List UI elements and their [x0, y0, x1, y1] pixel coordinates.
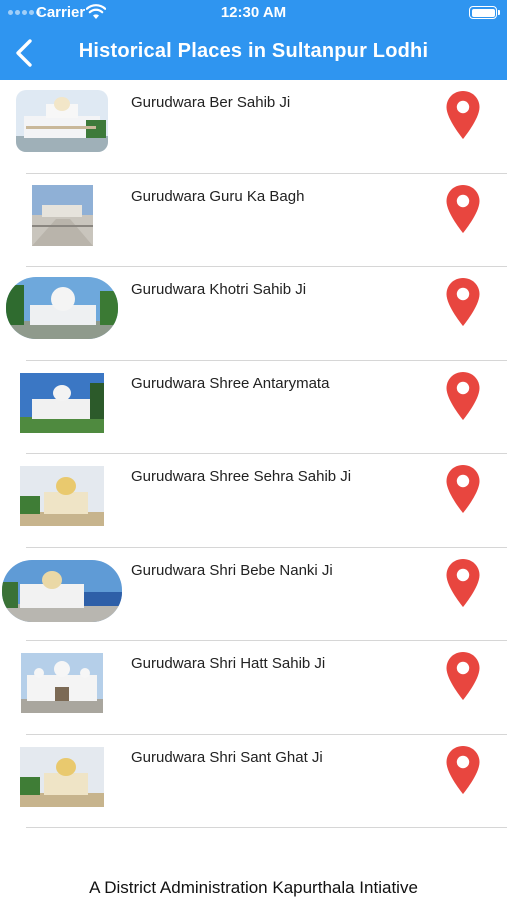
place-name: Gurudwara Shri Hatt Sahib Ji	[131, 655, 326, 672]
place-name: Gurudwara Shri Bebe Nanki Ji	[131, 561, 333, 579]
list-item[interactable]: Gurudwara Ber Sahib Ji	[0, 80, 507, 174]
list-item[interactable]: Gurudwara Khotri Sahib Ji	[0, 267, 507, 361]
map-pin-icon[interactable]	[445, 90, 481, 140]
place-name: Gurudwara Guru Ka Bagh	[131, 187, 305, 205]
place-thumbnail	[32, 184, 93, 246]
battery-icon	[469, 6, 500, 19]
place-name: Gurudwara Shree Sehra Sahib Ji	[131, 468, 352, 485]
map-pin-icon[interactable]	[445, 184, 481, 234]
place-thumbnail	[20, 746, 104, 807]
place-thumbnail	[16, 90, 108, 152]
page-title: Historical Places in Sultanpur Lodhi	[78, 40, 429, 62]
map-pin-icon[interactable]	[445, 277, 481, 327]
map-pin-icon[interactable]	[445, 745, 481, 795]
list-item[interactable]: Gurudwara Shri Hatt Sahib Ji	[0, 641, 507, 735]
place-name: Gurudwara Ber Sahib Ji	[131, 94, 291, 111]
place-thumbnail	[6, 277, 118, 339]
place-thumbnail	[21, 653, 103, 713]
status-time: 12:30 AM	[220, 4, 287, 21]
place-name: Gurudwara Shree Antarymata	[131, 374, 330, 392]
nav-header: Carrier 12:30 AM Historical Places in Su…	[0, 0, 507, 80]
place-thumbnail	[20, 466, 104, 526]
footer-credit: A District Administration Kapurthala Int…	[89, 878, 418, 897]
map-pin-icon[interactable]	[445, 371, 481, 421]
list-item[interactable]: Gurudwara Shri Sant Ghat Ji	[0, 735, 507, 828]
list-item[interactable]: Gurudwara Shree Antarymata	[0, 361, 507, 454]
list-item[interactable]: Gurudwara Shri Bebe Nanki Ji	[0, 548, 507, 641]
place-name: Gurudwara Shri Sant Ghat Ji	[131, 748, 323, 766]
map-pin-icon[interactable]	[445, 651, 481, 701]
places-list: Gurudwara Ber Sahib Ji Gurudwara Guru Ka…	[0, 80, 507, 828]
status-bar: Carrier 12:30 AM	[0, 0, 507, 26]
map-pin-icon[interactable]	[445, 464, 481, 514]
place-name: Gurudwara Khotri Sahib Ji	[131, 281, 307, 298]
row-divider	[26, 827, 507, 828]
place-thumbnail	[20, 372, 104, 433]
list-item[interactable]: Gurudwara Shree Sehra Sahib Ji	[0, 454, 507, 548]
place-thumbnail	[2, 559, 122, 622]
list-item[interactable]: Gurudwara Guru Ka Bagh	[0, 174, 507, 267]
map-pin-icon[interactable]	[445, 558, 481, 608]
